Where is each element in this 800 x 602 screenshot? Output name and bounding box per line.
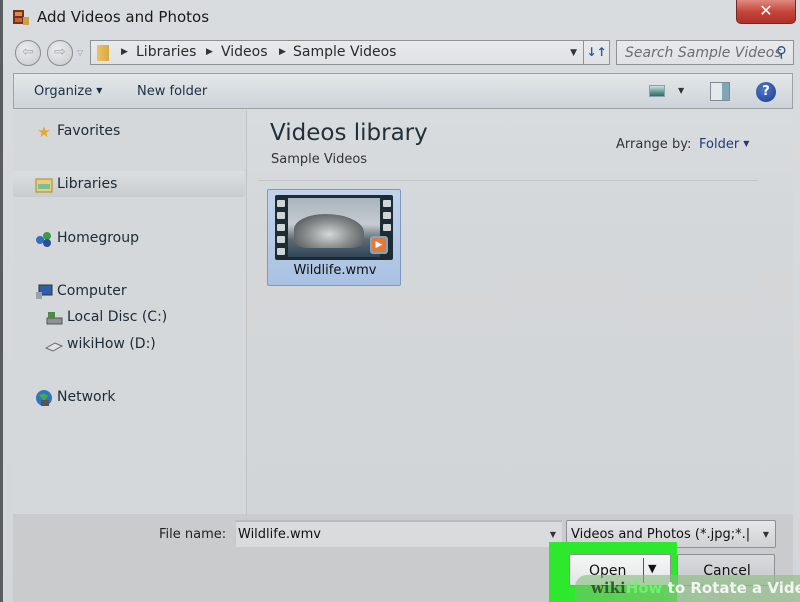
chevron-down-icon: ▼ [743, 139, 750, 148]
file-list-pane: Videos library Sample Videos Arrange by:… [248, 110, 793, 514]
search-placeholder: Search Sample Videos [625, 45, 782, 61]
forward-arrow-icon: ⇨ [54, 44, 66, 60]
file-name-dropdown-icon[interactable]: ▼ [550, 530, 556, 539]
watermark-wiki: wiki [591, 579, 626, 597]
add-videos-dialog: Add Videos and Photos ✕ ⇦ ⇨ ▽ ▶ Librarie… [0, 0, 800, 602]
open-options-dropdown-icon[interactable]: ▼ [648, 562, 656, 575]
nav-item-label: wikiHow (D:) [67, 336, 156, 352]
nav-item-label: Libraries [57, 176, 118, 192]
nav-item-label: Favorites [57, 123, 121, 139]
arrange-by-value: Folder [699, 137, 740, 152]
film-strip-icon [13, 10, 29, 25]
homegroup-icon [35, 230, 53, 248]
library-title: Videos library [270, 120, 428, 146]
drive-icon [45, 309, 63, 327]
back-arrow-icon: ⇦ [22, 44, 34, 60]
computer-icon [35, 283, 53, 301]
watermark-how: How [625, 579, 663, 597]
refresh-button[interactable]: ↓↑ [584, 40, 610, 65]
help-icon[interactable]: ? [756, 82, 776, 102]
command-toolbar: Organize ▼ New folder ▼ ? [13, 73, 793, 109]
chevron-down-icon: ▼ [96, 86, 103, 95]
refresh-icon: ↓↑ [586, 45, 607, 59]
address-dropdown-icon[interactable]: ▼ [570, 48, 577, 58]
file-name-value: Wildlife.wmv [238, 527, 321, 542]
nav-item-label: Computer [57, 283, 127, 299]
close-button[interactable]: ✕ [736, 0, 796, 24]
nav-item-label: Network [57, 389, 116, 405]
breadcrumb-videos[interactable]: Videos [221, 44, 268, 60]
breadcrumb-sample-videos[interactable]: Sample Videos [293, 44, 396, 60]
search-input[interactable]: Search Sample Videos ⚲ [616, 40, 794, 65]
breadcrumb-libraries[interactable]: Libraries [136, 44, 196, 60]
forward-button[interactable]: ⇨ [47, 40, 73, 66]
address-bar[interactable]: ▶ Libraries ▶ Videos ▶ Sample Videos ▼ [90, 40, 584, 65]
libraries-icon [35, 176, 53, 194]
arrange-by-label: Arrange by: [616, 137, 692, 152]
folder-icon [97, 45, 109, 61]
search-icon[interactable]: ⚲ [776, 43, 787, 61]
thumbnail-image [294, 214, 364, 248]
chevron-right-icon[interactable]: ▶ [206, 47, 213, 57]
file-type-value: Videos and Photos (*.jpg;*.| [571, 527, 751, 542]
back-button[interactable]: ⇦ [15, 40, 41, 66]
chevron-right-icon[interactable]: ▶ [121, 47, 128, 57]
network-icon [35, 389, 53, 407]
file-name-label: Wildlife.wmv [293, 263, 377, 278]
title-bar: Add Videos and Photos ✕ [3, 0, 800, 36]
preview-pane-icon[interactable] [710, 82, 730, 101]
watermark-text: wikiHow to Rotate a Video [591, 579, 800, 597]
wikihow-watermark: wikiHow to Rotate a Video [575, 575, 800, 602]
removable-drive-icon [44, 336, 64, 354]
file-name-input[interactable]: Wildlife.wmv ▼ [235, 520, 562, 547]
nav-item-label: Homegroup [57, 230, 140, 246]
watermark-title: to Rotate a Video [662, 579, 800, 597]
organize-button[interactable]: Organize ▼ [34, 84, 102, 99]
file-item-wildlife[interactable]: ▶ Wildlife.wmv [267, 189, 401, 286]
library-subtitle: Sample Videos [271, 152, 368, 167]
new-folder-button[interactable]: New folder [137, 84, 207, 99]
thumbnail-frame [288, 198, 380, 257]
close-icon: ✕ [759, 1, 773, 20]
chevron-down-icon: ▼ [762, 530, 769, 539]
divider [258, 180, 758, 181]
view-options-dropdown-icon[interactable]: ▼ [678, 86, 684, 95]
change-view-icon[interactable] [649, 85, 665, 97]
file-name-label: File name: [159, 527, 227, 542]
star-icon: ★ [37, 123, 51, 141]
chevron-right-icon[interactable]: ▶ [279, 47, 286, 57]
arrange-by-dropdown[interactable]: Folder ▼ [699, 137, 749, 152]
nav-item-label: Local Disc (C:) [67, 309, 168, 325]
recent-pages-dropdown[interactable]: ▽ [77, 48, 83, 57]
play-video-icon: ▶ [370, 236, 388, 254]
organize-label: Organize [34, 84, 93, 99]
window-title: Add Videos and Photos [37, 8, 210, 26]
navigation-pane: ★ Favorites Libraries Homegroup Computer [13, 110, 247, 514]
